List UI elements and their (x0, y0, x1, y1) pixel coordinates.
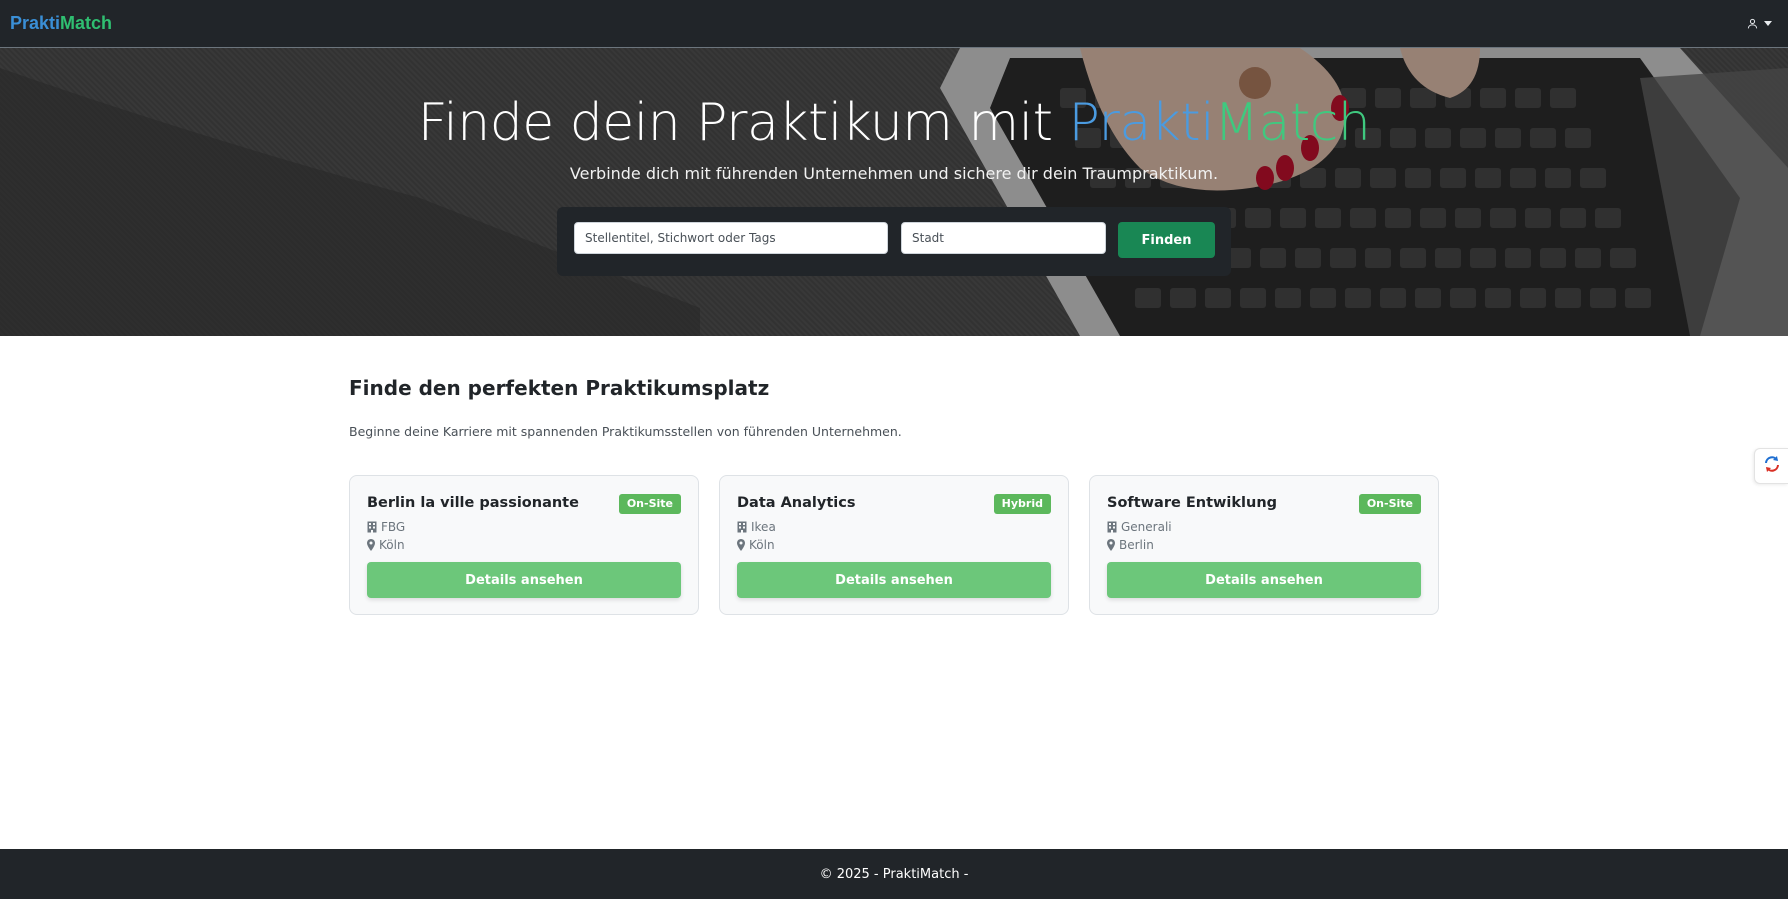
company-name: FBG (381, 520, 406, 534)
card-title: Berlin la ville passionante (367, 495, 579, 511)
top-navbar: PraktiMatch (0, 0, 1788, 48)
details-button[interactable]: Details ansehen (1107, 562, 1421, 598)
hero-background-image (0, 48, 1788, 336)
hero-title-brand-match: Match (1214, 93, 1371, 153)
company-name: Generali (1121, 520, 1172, 534)
user-icon (1747, 18, 1758, 29)
card-company: Generali (1107, 520, 1172, 534)
search-query-input[interactable] (574, 222, 888, 254)
hero-banner: Finde dein Praktikum mit PraktiMatch Ver… (0, 48, 1788, 336)
page-footer: © 2025 - PraktiMatch - (0, 849, 1788, 899)
internship-card: Berlin la ville passionante On-Site FBG … (349, 475, 699, 615)
translate-widget-button[interactable] (1754, 448, 1788, 484)
card-location: Köln (737, 538, 775, 552)
brand-logo-link[interactable]: PraktiMatch (10, 13, 112, 34)
card-company: Ikea (737, 520, 776, 534)
brand-part-match: Match (60, 13, 113, 33)
section-description: Beginne deine Karriere mit spannenden Pr… (349, 424, 902, 439)
building-icon (1107, 521, 1117, 533)
hero-title-brand-prakti: Prakti (1068, 93, 1215, 153)
city-name: Köln (749, 538, 775, 552)
hero-title: Finde dein Praktikum mit PraktiMatch (0, 93, 1788, 153)
map-pin-icon (737, 539, 745, 551)
footer-copyright: © 2025 - PraktiMatch - (819, 866, 969, 882)
city-name: Köln (379, 538, 405, 552)
card-location: Berlin (1107, 538, 1154, 552)
job-search-form: Finden (557, 207, 1231, 276)
section-title: Finde den perfekten Praktikumsplatz (349, 376, 770, 400)
company-name: Ikea (751, 520, 776, 534)
hero-title-text: Finde dein Praktikum mit (417, 93, 1069, 153)
building-icon (367, 521, 377, 533)
card-title: Software Entwiklung (1107, 495, 1278, 511)
user-menu-dropdown[interactable] (1747, 18, 1778, 29)
details-button[interactable]: Details ansehen (737, 562, 1051, 598)
search-city-input[interactable] (901, 222, 1106, 254)
card-location: Köln (367, 538, 405, 552)
hero-subtitle: Verbinde dich mit führenden Unternehmen … (569, 164, 1219, 183)
work-mode-badge: On-Site (618, 494, 681, 514)
building-icon (737, 521, 747, 533)
refresh-translate-icon (1762, 454, 1782, 478)
internship-card: Data Analytics Hybrid Ikea Köln Details … (719, 475, 1069, 615)
chevron-down-icon (1764, 21, 1772, 26)
map-pin-icon (367, 539, 375, 551)
find-button[interactable]: Finden (1118, 222, 1215, 258)
map-pin-icon (1107, 539, 1115, 551)
city-name: Berlin (1119, 538, 1154, 552)
card-company: FBG (367, 520, 405, 534)
work-mode-badge: On-Site (1358, 494, 1421, 514)
card-title: Data Analytics (737, 495, 856, 511)
details-button[interactable]: Details ansehen (367, 562, 681, 598)
brand-part-prakti: Prakti (10, 13, 61, 33)
work-mode-badge: Hybrid (993, 494, 1051, 514)
internship-card: Software Entwiklung On-Site Generali Ber… (1089, 475, 1439, 615)
